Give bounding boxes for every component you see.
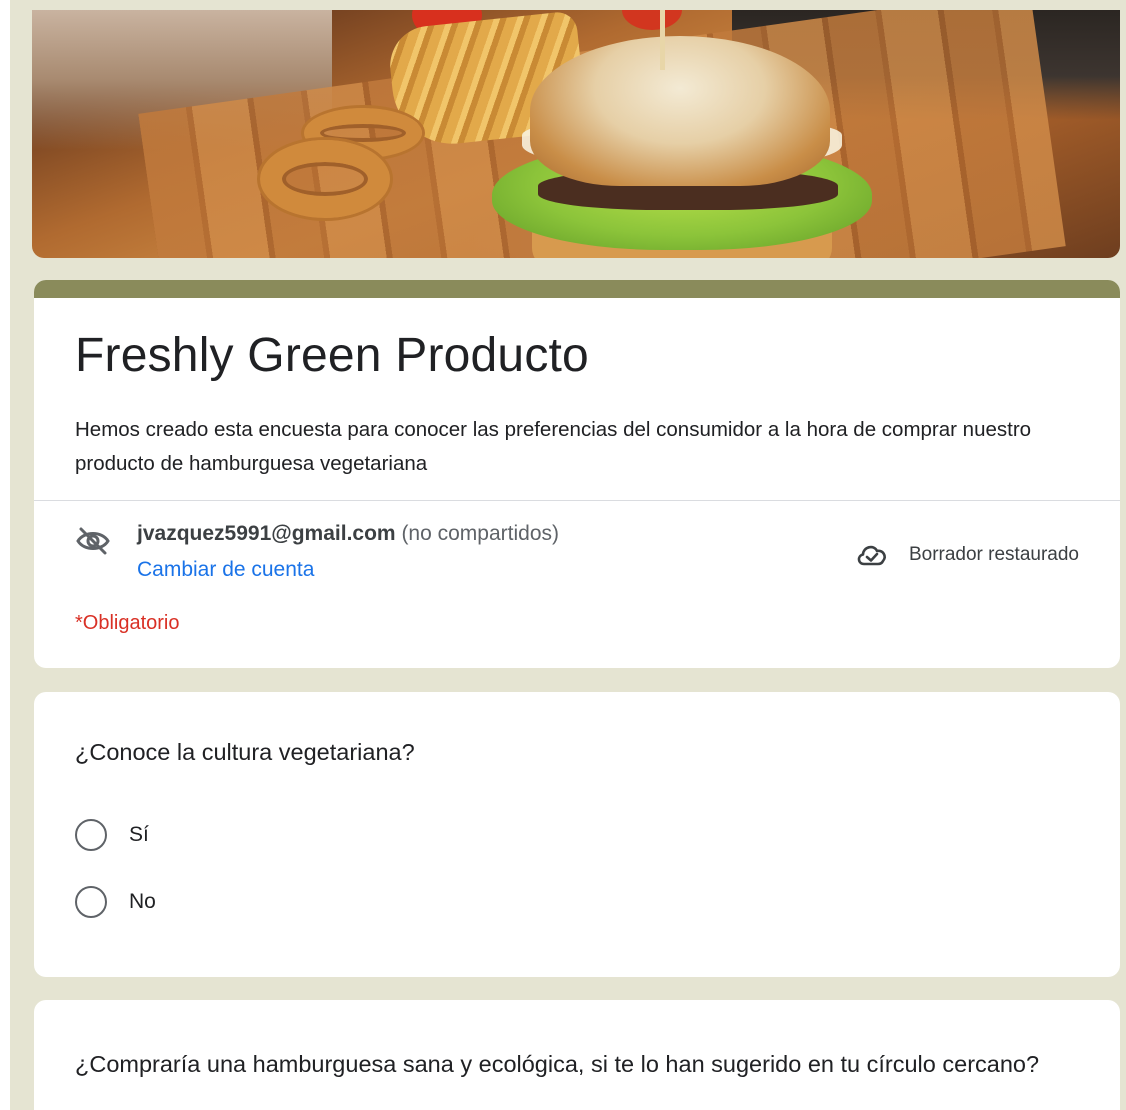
- eye-off-icon: [76, 527, 110, 555]
- option-label: No: [129, 890, 156, 913]
- radio-option-si[interactable]: Sí: [75, 815, 149, 855]
- radio-button[interactable]: [75, 886, 107, 918]
- question-title: ¿Compraría una hamburguesa sana y ecológ…: [75, 1051, 1040, 1077]
- required-note: *Obligatorio: [75, 612, 180, 634]
- radio-button[interactable]: [75, 819, 107, 851]
- switch-account-link[interactable]: Cambiar de cuenta: [137, 558, 314, 582]
- form-header-card: Freshly Green Producto Hemos creado esta…: [34, 280, 1120, 668]
- account-email-line: jvazquez5991@gmail.com (no compartidos): [137, 522, 559, 546]
- header-banner-image: [32, 10, 1120, 258]
- question-card: ¿Conoce la cultura vegetariana? Sí No: [34, 692, 1120, 977]
- card-accent-bar: [34, 280, 1120, 298]
- form-description: Hemos creado esta encuesta para conocer …: [75, 418, 1032, 475]
- sharing-note: (no compartidos): [401, 522, 559, 545]
- account-email: jvazquez5991@gmail.com: [137, 522, 396, 545]
- question-card: ¿Compraría una hamburguesa sana y ecológ…: [34, 1000, 1120, 1110]
- form-title: Freshly Green Producto: [75, 329, 589, 382]
- divider: [34, 500, 1120, 501]
- account-row: jvazquez5991@gmail.com (no compartidos) …: [75, 522, 1079, 582]
- page-edge: [0, 0, 10, 1110]
- cloud-check-icon: [857, 545, 886, 566]
- draft-status-label: Borrador restaurado: [908, 544, 1079, 565]
- radio-option-no[interactable]: No: [75, 882, 156, 922]
- question-title: ¿Conoce la cultura vegetariana?: [75, 739, 415, 765]
- option-label: Sí: [129, 823, 149, 846]
- draft-status: Borrador restaurado: [855, 540, 1079, 570]
